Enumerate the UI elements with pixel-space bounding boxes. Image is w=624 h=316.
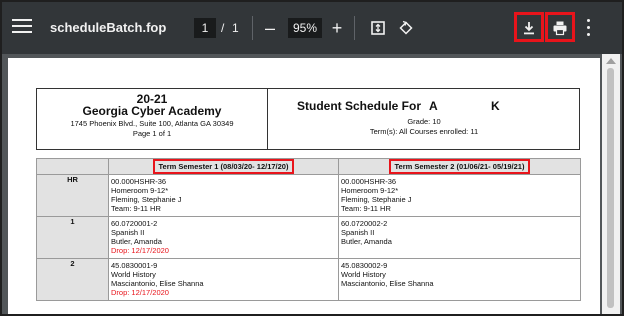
course-name: World History bbox=[341, 270, 386, 279]
zoom-level-input[interactable]: 95% bbox=[288, 18, 322, 38]
teacher-name: Masciantonio, Elise Shanna bbox=[111, 279, 204, 288]
student-grade: Grade: 10 bbox=[407, 117, 441, 126]
period-header bbox=[36, 158, 109, 175]
term1-header: Term Semester 1 (08/03/20- 12/17/20) bbox=[108, 158, 339, 175]
course-name: Spanish II bbox=[111, 228, 145, 237]
terms-info: Term(s): All Courses enrolled: 11 bbox=[369, 127, 479, 136]
scroll-up-arrow-icon[interactable] bbox=[606, 58, 616, 64]
download-icon bbox=[524, 22, 534, 35]
course-code: 60.0720002-2 bbox=[341, 219, 388, 228]
schedule-table: Term Semester 1 (08/03/20- 12/17/20) Ter… bbox=[36, 158, 581, 301]
toolbar-divider bbox=[252, 16, 253, 40]
pdf-page: 20-21 Georgia Cyber Academy 1745 Phoenix… bbox=[8, 58, 600, 314]
pdf-toolbar: scheduleBatch.fop 1 / 1 – 95% + bbox=[2, 2, 622, 54]
course-name: Spanish II bbox=[341, 228, 375, 237]
rotate-button[interactable] bbox=[394, 16, 418, 40]
page-info: Page 1 of 1 bbox=[132, 129, 172, 138]
term1-label: Term Semester 1 (08/03/20- 12/17/20) bbox=[152, 159, 295, 174]
vertical-scrollbar[interactable] bbox=[602, 54, 620, 314]
table-header-row: Term Semester 1 (08/03/20- 12/17/20) Ter… bbox=[36, 158, 581, 175]
table-row: 2 45.0830001-9 World History Masciantoni… bbox=[36, 258, 581, 301]
teacher-name: Masciantonio, Elise Shanna bbox=[341, 279, 434, 288]
course-cell: 60.0720002-2 Spanish II Butler, Amanda bbox=[338, 216, 581, 259]
period-cell: 1 bbox=[36, 216, 109, 259]
toolbar-divider bbox=[354, 16, 355, 40]
course-code: 00.000HSHR-36 bbox=[111, 177, 167, 186]
course-code: 60.0720001-2 bbox=[111, 219, 158, 228]
course-cell: 60.0720001-2 Spanish II Butler, Amanda D… bbox=[108, 216, 339, 259]
table-row: HR 00.000HSHR-36 Homeroom 9-12* Fleming,… bbox=[36, 174, 581, 217]
rotate-icon bbox=[399, 20, 413, 35]
course-code: 45.0830002-9 bbox=[341, 261, 388, 270]
teacher-name: Butler, Amanda bbox=[341, 237, 392, 246]
course-name: Homeroom 9-12* bbox=[111, 186, 169, 195]
zoom-out-button[interactable]: – bbox=[258, 16, 282, 40]
drop-date: Drop: 12/17/2020 bbox=[111, 288, 169, 297]
download-button[interactable] bbox=[517, 16, 541, 40]
zoom-in-button[interactable]: + bbox=[325, 16, 349, 40]
team-name: Team: 9-11 HR bbox=[111, 204, 161, 213]
teacher-name: Fleming, Stephanie J bbox=[111, 195, 182, 204]
drop-date: Drop: 12/17/2020 bbox=[111, 246, 169, 255]
term2-header: Term Semester 2 (01/06/21- 05/19/21) bbox=[338, 158, 581, 175]
print-button[interactable] bbox=[548, 16, 572, 40]
team-name: Team: 9-11 HR bbox=[341, 204, 391, 213]
print-icon bbox=[553, 21, 567, 36]
fit-page-icon bbox=[371, 21, 385, 35]
page-number-input[interactable]: 1 bbox=[194, 18, 216, 38]
course-cell: 45.0830001-9 World History Masciantonio,… bbox=[108, 258, 339, 301]
page-separator: / bbox=[221, 21, 225, 35]
course-code: 00.000HSHR-36 bbox=[341, 177, 397, 186]
course-cell: 00.000HSHR-36 Homeroom 9-12* Fleming, St… bbox=[108, 174, 339, 217]
course-cell: 00.000HSHR-36 Homeroom 9-12* Fleming, St… bbox=[338, 174, 581, 217]
table-row: 1 60.0720001-2 Spanish II Butler, Amanda… bbox=[36, 216, 581, 259]
school-name: Georgia Cyber Academy bbox=[82, 104, 222, 118]
period-cell: 2 bbox=[36, 258, 109, 301]
course-code: 45.0830001-9 bbox=[111, 261, 158, 270]
student-last-name: K bbox=[491, 99, 500, 113]
term2-label: Term Semester 2 (01/06/21- 05/19/21) bbox=[388, 159, 531, 174]
total-pages: 1 bbox=[232, 21, 239, 35]
fit-page-button[interactable] bbox=[366, 16, 390, 40]
teacher-name: Fleming, Stephanie J bbox=[341, 195, 412, 204]
menu-icon[interactable] bbox=[12, 19, 32, 35]
schedule-header: 20-21 Georgia Cyber Academy 1745 Phoenix… bbox=[36, 88, 580, 150]
scrollbar-thumb[interactable] bbox=[607, 68, 614, 308]
course-name: World History bbox=[111, 270, 156, 279]
document-title: scheduleBatch.fop bbox=[50, 20, 167, 35]
course-cell: 45.0830002-9 World History Masciantonio,… bbox=[338, 258, 581, 301]
course-name: Homeroom 9-12* bbox=[341, 186, 399, 195]
pdf-viewer-window: scheduleBatch.fop 1 / 1 – 95% + 20-21 Ge… bbox=[0, 0, 624, 316]
teacher-name: Butler, Amanda bbox=[111, 237, 162, 246]
period-cell: HR bbox=[36, 174, 109, 217]
more-options-icon[interactable] bbox=[587, 19, 591, 37]
schedule-title: Student Schedule For bbox=[297, 99, 422, 113]
school-address: 1745 Phoenix Blvd., Suite 100, Atlanta G… bbox=[70, 119, 234, 128]
student-first-name: A bbox=[429, 99, 438, 113]
